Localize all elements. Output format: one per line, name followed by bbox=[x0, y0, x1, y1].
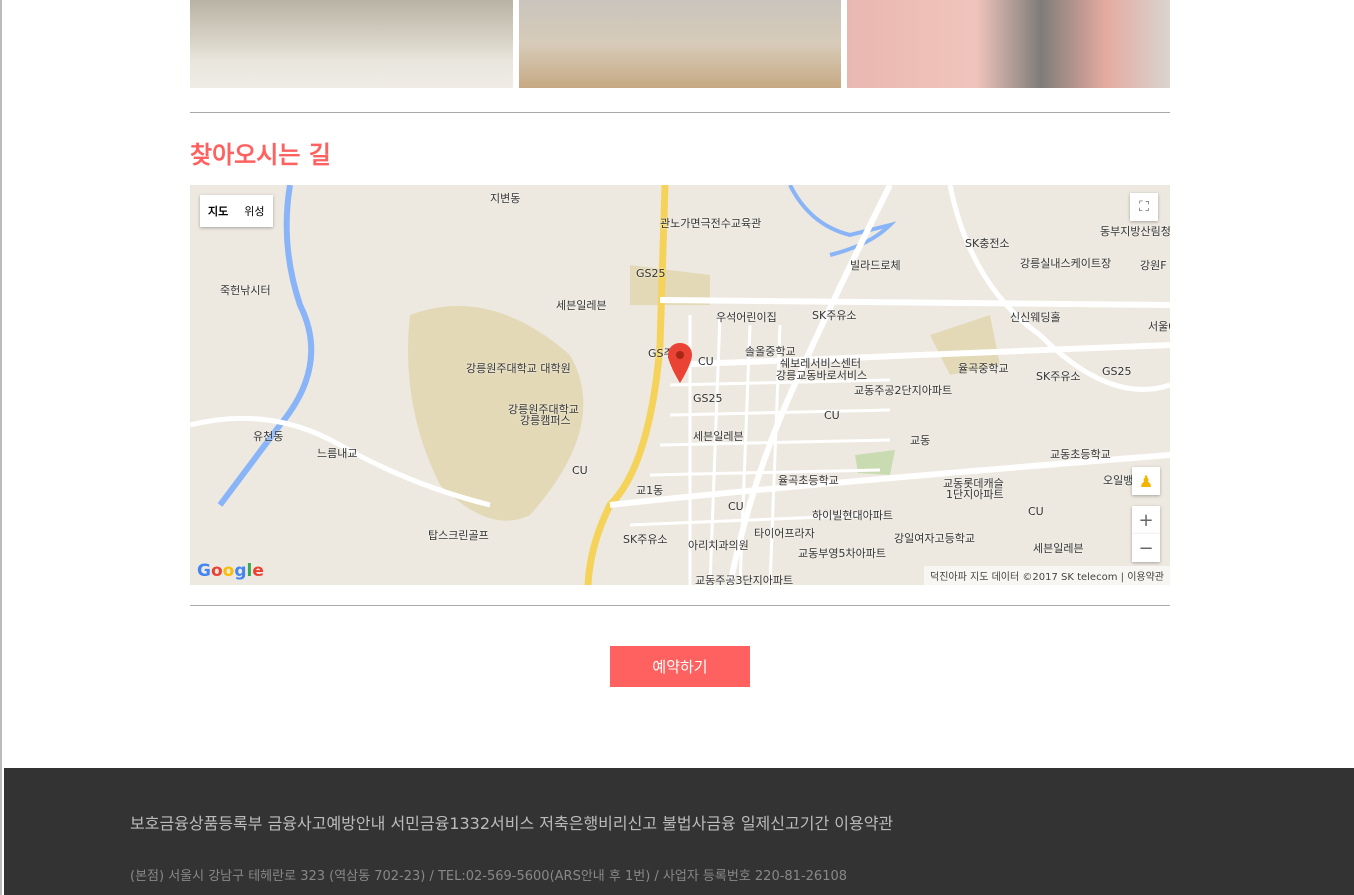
map-label: 탑스크린골프 bbox=[428, 529, 489, 542]
map-terms-link[interactable]: 이용약관 bbox=[1127, 572, 1164, 583]
map-label: GS25 bbox=[1102, 365, 1132, 378]
map-label: 빌라드로체 bbox=[850, 259, 901, 272]
map-label: 1단지아파트 bbox=[946, 488, 1004, 501]
map-label: 교동부영5차아파트 bbox=[798, 547, 886, 560]
map-label: CU bbox=[824, 409, 840, 422]
map-label: 강릉교동바로서비스 bbox=[776, 369, 868, 382]
google-map[interactable]: 지변동관노가면극전수교육관 SK충전소 동부지방산림청강릉실내스케이트장 빌라드로체 G… bbox=[190, 185, 1170, 585]
map-data-credit: 덕진아파 지도 데이터 ©2017 SK telecom bbox=[930, 572, 1118, 583]
map-label: SK주유소 bbox=[1036, 370, 1081, 383]
map-label: 지변동 bbox=[490, 192, 521, 205]
footer-link[interactable]: 저축은행비리신고 bbox=[539, 814, 657, 833]
map-label: 강릉원주대학교 대학원 bbox=[466, 362, 571, 375]
section-title: 찾아오시는 길 bbox=[190, 141, 331, 169]
map-attribution: 덕진아파 지도 데이터 ©2017 SK telecom | 이용약관 bbox=[924, 566, 1170, 585]
footer-link[interactable]: 금융사고예방안내 bbox=[268, 814, 386, 833]
map-type-satellite-button[interactable]: 위성 bbox=[236, 195, 272, 227]
map-label: 하이빌현대아파트 bbox=[812, 509, 893, 522]
location-pin-icon[interactable] bbox=[668, 343, 692, 383]
map-label: 율곡초등학교 bbox=[778, 474, 839, 487]
map-label: 세븐일레븐 bbox=[1033, 542, 1084, 555]
map-label: CU bbox=[728, 500, 744, 513]
map-label: GS25 bbox=[636, 267, 666, 280]
map-label: 교동초등학교 bbox=[1050, 448, 1111, 461]
gallery-photo-participants[interactable] bbox=[847, 0, 1171, 88]
map-label: 우석어린이집 bbox=[716, 311, 777, 324]
google-logo: Google bbox=[197, 561, 264, 581]
map-label: 관노가면극전수교육관 bbox=[660, 217, 762, 230]
map-label: 교동주공2단지아파트 bbox=[854, 384, 953, 397]
map-label: 강릉캠퍼스 bbox=[520, 414, 571, 427]
map-label: 유천동 bbox=[253, 430, 284, 443]
map-label: 교1동 bbox=[636, 484, 664, 497]
map-label: CU bbox=[698, 355, 714, 368]
footer-link[interactable]: 서민금융1332서비스 bbox=[390, 814, 534, 833]
gallery-photo-prayer-hall[interactable] bbox=[518, 0, 842, 88]
map-label: GS25 bbox=[693, 392, 723, 405]
map-label: 율곡중학교 bbox=[958, 362, 1009, 375]
map-label: 타이어프라자 bbox=[754, 527, 815, 540]
divider bbox=[190, 112, 1170, 113]
map-label: SK주유소 bbox=[812, 309, 857, 322]
gallery-photo-temple[interactable] bbox=[190, 0, 513, 88]
map-label: 오일뱅 bbox=[1103, 474, 1134, 487]
reserve-button[interactable]: 예약하기 bbox=[610, 646, 750, 687]
map-label: 죽헌낚시터 bbox=[220, 284, 271, 297]
map-label: SK충전소 bbox=[965, 237, 1010, 250]
map-label: 교동주공3단지아파트 bbox=[695, 574, 794, 585]
zoom-in-button[interactable]: + bbox=[1132, 506, 1160, 534]
footer: 보호금융상품등록부 금융사고예방안내 서민금융1332서비스 저축은행비리신고 … bbox=[4, 768, 1354, 895]
map-label: 강일여자고등학교 bbox=[894, 532, 975, 545]
zoom-out-button[interactable]: − bbox=[1132, 534, 1160, 562]
map-label: 동부지방산림청 bbox=[1100, 225, 1170, 238]
map-label: 서울0 bbox=[1148, 320, 1170, 333]
map-label: 세븐일레븐 bbox=[556, 299, 607, 312]
map-label: 아리치과의원 bbox=[688, 539, 749, 552]
map-type-control: 지도 위성 bbox=[200, 195, 273, 227]
footer-link[interactable]: 불법사금융 일제신고기간 bbox=[662, 814, 829, 833]
map-type-map-button[interactable]: 지도 bbox=[200, 195, 236, 227]
map-label: 느름내교 bbox=[317, 447, 358, 460]
map-label: 신신웨딩홀 bbox=[1010, 311, 1061, 324]
map-label: SK주유소 bbox=[623, 533, 668, 546]
map-label: 교동 bbox=[910, 434, 931, 447]
photo-gallery bbox=[190, 0, 1171, 88]
fullscreen-icon[interactable]: ⛶ bbox=[1130, 193, 1158, 221]
map-label: 강원F bbox=[1140, 259, 1167, 272]
street-view-pegman-icon[interactable]: ♟ bbox=[1132, 467, 1160, 495]
map-label: CU bbox=[572, 464, 588, 477]
footer-link[interactable]: 이용약관 bbox=[834, 814, 893, 833]
footer-links: 보호금융상품등록부 금융사고예방안내 서민금융1332서비스 저축은행비리신고 … bbox=[130, 810, 893, 834]
footer-address-main: (본점) 서울시 강남구 테헤란로 323 (역삼동 702-23) / TEL… bbox=[130, 869, 848, 884]
map-label: 세븐일레븐 bbox=[693, 430, 744, 443]
map-label: 강릉실내스케이트장 bbox=[1020, 257, 1112, 270]
map-label: CU bbox=[1028, 505, 1044, 518]
divider bbox=[190, 605, 1170, 606]
footer-link[interactable]: 보호금융상품등록부 bbox=[130, 814, 262, 833]
map-roads bbox=[190, 185, 1170, 585]
